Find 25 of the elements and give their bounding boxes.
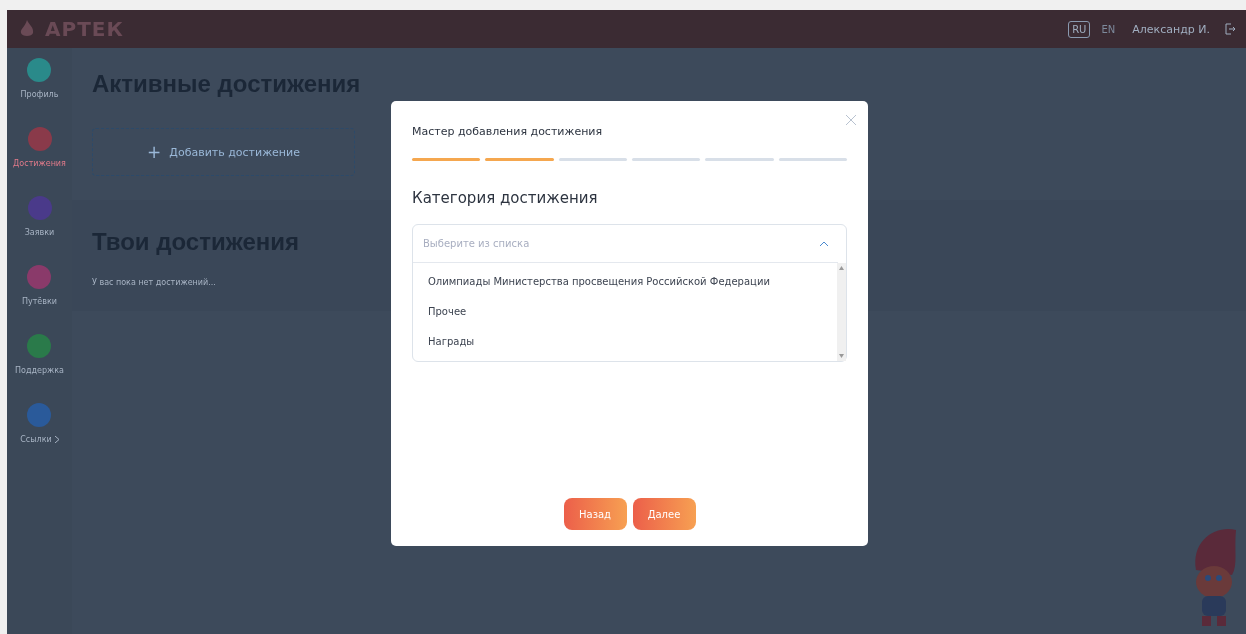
add-achievement-button[interactable]: + Добавить достижение — [92, 128, 355, 176]
field-label: Категория достижения — [412, 189, 599, 207]
select-option[interactable]: Награды — [413, 327, 837, 357]
scroll-up-icon[interactable] — [839, 266, 844, 270]
scroll-down-icon[interactable] — [839, 354, 844, 358]
scrollbar[interactable] — [837, 263, 846, 361]
nav-button[interactable]: Далее — [632, 498, 696, 530]
sidebar-item[interactable]: Заявки — [24, 228, 55, 237]
nav-button[interactable]: Назад — [563, 498, 627, 530]
logout-icon[interactable] — [1224, 23, 1236, 35]
close-button[interactable] — [844, 113, 858, 127]
chevron-icon — [820, 241, 828, 246]
empty-message: У вас пока нет достижений... — [92, 278, 216, 287]
sidebar-item[interactable]: Профиль — [20, 90, 59, 99]
language-button[interactable]: RU — [1068, 20, 1091, 38]
select-option[interactable]: Олимпиады Министерства просвещения Российской Федерации — [413, 267, 837, 297]
category-select[interactable]: Выберите из списка Олимпиады Министерства просвещения Российской Федерации Прочее Награды — [412, 224, 847, 362]
language-button[interactable]: EN — [1098, 21, 1119, 37]
user-name[interactable]: Александр И. — [1132, 22, 1210, 36]
select-option[interactable]: Прочее — [413, 297, 837, 327]
sidebar-item[interactable]: Ссылки — [20, 435, 59, 444]
sidebar-item[interactable]: Достижения — [13, 159, 66, 168]
sidebar-item[interactable]: Путёвки — [21, 297, 58, 306]
dialog-title: Мастер добавления достижения — [412, 125, 604, 138]
sidebar-item[interactable]: Поддержка — [15, 366, 64, 375]
